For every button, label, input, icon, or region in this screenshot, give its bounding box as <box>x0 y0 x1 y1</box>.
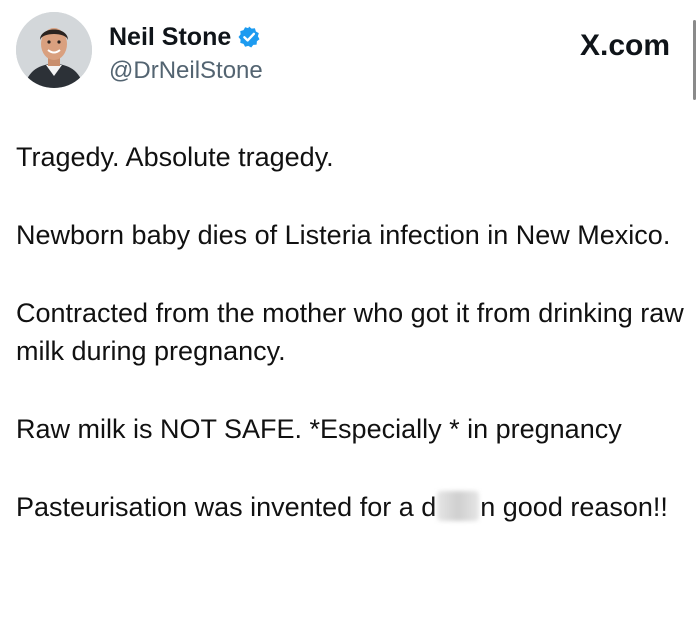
tweet-paragraph: Newborn baby dies of Listeria infection … <box>16 220 671 250</box>
tweet-text-before-redaction: Pasteurisation was invented for a d <box>16 492 437 522</box>
author-display-name[interactable]: Neil Stone <box>109 22 231 52</box>
avatar[interactable] <box>16 12 92 88</box>
scrollbar[interactable] <box>693 20 696 100</box>
tweet-screenshot: Neil Stone @DrNeilStone X.com Tragedy. A… <box>0 0 700 636</box>
tweet-body: Tragedy. Absolute tragedy. Newborn baby … <box>16 138 686 526</box>
author-name-row: Neil Stone <box>109 22 261 52</box>
redacted-word-blur <box>437 491 480 521</box>
brand-label: X.com <box>579 29 670 62</box>
tweet-paragraph-last: Pasteurisation was invented for a d n goo… <box>16 488 686 526</box>
tweet-text-after-redaction: n good reason!! <box>480 492 668 522</box>
tweet-paragraph: Contracted from the mother who got it fr… <box>16 298 684 366</box>
tweet-paragraph: Raw milk is NOT SAFE. *Especially * in p… <box>16 414 622 444</box>
profile-photo-icon <box>16 12 92 88</box>
tweet-header: Neil Stone @DrNeilStone X.com <box>16 10 684 94</box>
verified-badge-icon <box>237 25 261 49</box>
tweet-paragraph: Tragedy. Absolute tragedy. <box>16 142 334 172</box>
author-handle[interactable]: @DrNeilStone <box>109 56 263 86</box>
